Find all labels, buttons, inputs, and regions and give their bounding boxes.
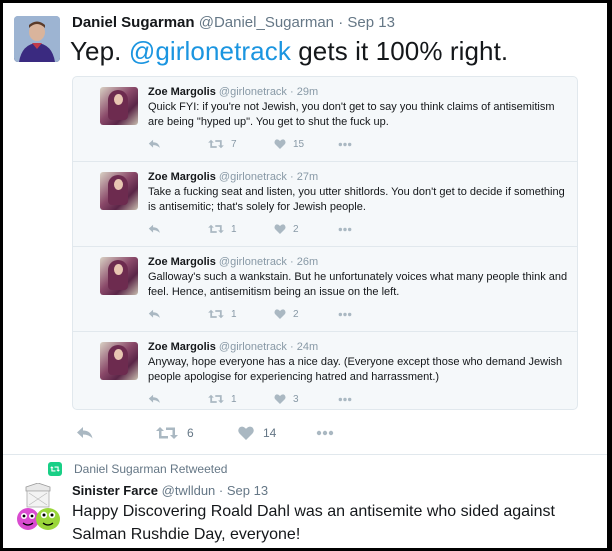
retweet-icon [208, 394, 224, 404]
retweet-button[interactable]: 1 [208, 222, 237, 236]
like-button[interactable]: 2 [274, 222, 299, 236]
tweet-header: Zoe Margolis @girlonetrack · 24m [148, 341, 318, 353]
more-button[interactable] [316, 423, 334, 443]
avatar[interactable] [100, 342, 138, 380]
retweet-count: 1 [231, 308, 237, 320]
author-handle-time[interactable]: @girlonetrack · 27m [219, 171, 318, 183]
retweet-button[interactable]: 1 [208, 307, 237, 321]
tweet-actions: 6 14 [72, 423, 372, 443]
heart-icon [274, 394, 286, 404]
author-handle-time[interactable]: @girlonetrack · 26m [219, 256, 318, 268]
more-button[interactable] [338, 137, 352, 151]
tweet-timeline: Daniel Sugarman @Daniel_Sugarman · Sep 1… [3, 3, 607, 548]
reply-button[interactable] [148, 307, 161, 321]
tweet-header: Daniel Sugarman @Daniel_Sugarman · Sep 1… [72, 14, 395, 31]
more-icon [338, 227, 352, 231]
tweet-time[interactable]: · Sep 13 [338, 14, 395, 31]
like-count: 15 [293, 138, 305, 150]
more-icon [316, 430, 334, 436]
like-button[interactable]: 3 [274, 392, 299, 406]
reply-icon [148, 139, 160, 148]
tweet-actions: 7 15 [148, 137, 408, 151]
like-count: 2 [293, 308, 299, 320]
tweet-text: Anyway, hope everyone has a nice day. (E… [148, 356, 563, 383]
reply-icon [148, 394, 160, 403]
tweet-text-part: gets it 100% right. [290, 36, 509, 66]
like-count: 2 [293, 223, 299, 235]
quoted-tweet[interactable]: Zoe Margolis @girlonetrack · 26m Galloway… [73, 247, 577, 331]
tweet-text: Yep. @girlonetrack gets it 100% right. [70, 36, 508, 67]
quoted-thread[interactable]: Zoe Margolis @girlonetrack · 29m Quick FY… [72, 76, 578, 410]
tweet-actions: 12 [148, 222, 408, 236]
tweet-text-part: Yep. [70, 36, 129, 66]
tweet-text: Quick FYI: if you're not Jewish, you don… [148, 101, 555, 128]
avatar[interactable] [100, 257, 138, 295]
reply-button[interactable] [148, 392, 161, 406]
tweet-header: Sinister Farce @twlldun · Sep 13 [72, 483, 268, 498]
author-name[interactable]: Daniel Sugarman [72, 14, 195, 31]
tweet-actions: 13 [148, 392, 408, 406]
avatar[interactable] [100, 172, 138, 210]
heart-icon [274, 309, 286, 319]
heart-icon [274, 224, 286, 234]
heart-icon [274, 139, 286, 149]
retweet-button[interactable]: 6 [156, 423, 194, 443]
tweet-text: Happy Discovering Roald Dahl was an anti… [72, 503, 555, 543]
like-button[interactable]: 14 [238, 423, 276, 443]
author-handle[interactable]: @Daniel_Sugarman [199, 14, 334, 31]
quoted-tweet[interactable]: Zoe Margolis @girlonetrack · 29m Quick FY… [73, 77, 577, 161]
author-name[interactable]: Zoe Margolis [148, 341, 216, 353]
like-button[interactable]: 15 [274, 137, 304, 151]
author-handle-time[interactable]: @girlonetrack · 24m [219, 341, 318, 353]
more-icon [338, 142, 352, 146]
more-button[interactable] [338, 307, 352, 321]
retweet-icon [156, 427, 178, 439]
retweet-button[interactable]: 1 [208, 392, 237, 406]
retweet-icon [208, 224, 224, 234]
tweet-header: Zoe Margolis @girlonetrack · 27m [148, 171, 318, 183]
reply-icon [77, 427, 93, 439]
retweet-count: 6 [187, 426, 194, 440]
author-name[interactable]: Sinister Farce [72, 483, 158, 498]
more-button[interactable] [338, 392, 352, 406]
retweet-count: 7 [231, 138, 237, 150]
quoted-tweet[interactable]: Zoe Margolis @girlonetrack · 27m Take a f… [73, 162, 577, 246]
reply-icon [148, 309, 160, 318]
tweet-text: Take a fucking seat and listen, you utte… [148, 186, 565, 213]
retweeted-by[interactable]: Daniel Sugarman Retweeted [48, 461, 227, 477]
author-handle-time[interactable]: @twlldun · Sep 13 [162, 483, 268, 498]
divider [3, 454, 607, 455]
avatar[interactable] [14, 482, 62, 531]
tweet-header: Zoe Margolis @girlonetrack · 29m [148, 86, 318, 98]
avatar[interactable] [100, 87, 138, 125]
heart-icon [238, 426, 254, 440]
author-name[interactable]: Zoe Margolis [148, 171, 216, 183]
retweet-icon [208, 309, 224, 319]
reply-button[interactable] [76, 423, 94, 443]
tweet-text: Galloway's such a wankstain. But he unfo… [148, 271, 568, 298]
author-name[interactable]: Zoe Margolis [148, 256, 216, 268]
like-count: 3 [293, 393, 299, 405]
more-icon [338, 397, 352, 401]
reply-icon [148, 224, 160, 233]
mention-link[interactable]: @girlonetrack [129, 36, 291, 66]
retweeted-label: Daniel Sugarman Retweeted [74, 462, 228, 476]
reply-button[interactable] [148, 137, 161, 151]
retweet-icon [48, 462, 62, 476]
avatar[interactable] [14, 16, 60, 62]
tweet-header: Zoe Margolis @girlonetrack · 26m [148, 256, 318, 268]
tweet-actions: 12 [148, 307, 408, 321]
reply-button[interactable] [148, 222, 161, 236]
author-handle-time[interactable]: @girlonetrack · 29m [219, 86, 318, 98]
retweet-button[interactable]: 7 [208, 137, 237, 151]
author-name[interactable]: Zoe Margolis [148, 86, 216, 98]
retweet-count: 1 [231, 393, 237, 405]
more-button[interactable] [338, 222, 352, 236]
quoted-tweet[interactable]: Zoe Margolis @girlonetrack · 24m Anyway, … [73, 332, 577, 409]
like-button[interactable]: 2 [274, 307, 299, 321]
like-count: 14 [263, 426, 277, 440]
retweet-count: 1 [231, 223, 237, 235]
more-icon [338, 312, 352, 316]
retweet-icon [208, 139, 224, 149]
